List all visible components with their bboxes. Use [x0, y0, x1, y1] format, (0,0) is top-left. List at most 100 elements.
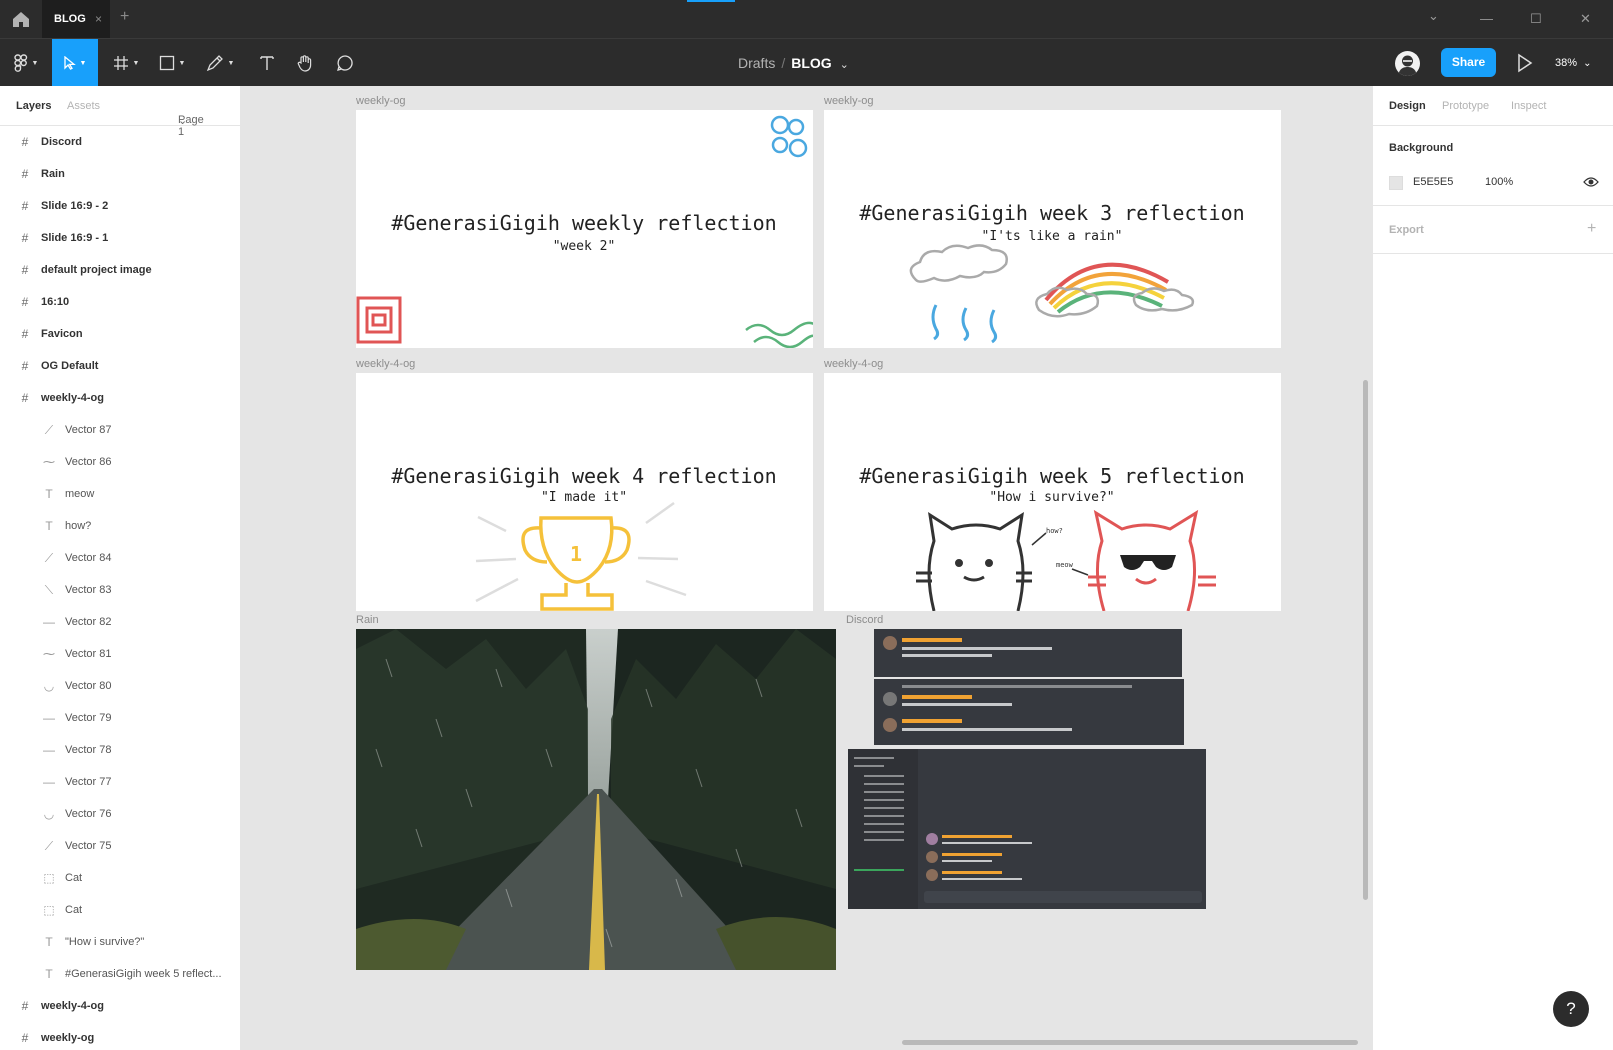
main-menu-button[interactable]: ▼ — [8, 39, 44, 87]
comment-tool-button[interactable] — [330, 39, 360, 87]
move-tool-button[interactable]: ▼ — [52, 39, 98, 87]
layer-label: #GenerasiGigih week 5 reflect... — [65, 968, 222, 980]
layer-row[interactable]: T "How i survive?" — [0, 926, 240, 958]
layer-row[interactable]: — Vector 78 — [0, 734, 240, 766]
layer-row[interactable]: Tmeow — [0, 478, 240, 510]
canvas[interactable]: weekly-og #GenerasiGigih weekly reflecti… — [241, 86, 1372, 1050]
frame-label[interactable]: weekly-og — [356, 95, 406, 107]
share-button[interactable]: Share — [1441, 48, 1496, 77]
maximize-button[interactable]: ☐ — [1530, 11, 1542, 27]
layer-row[interactable]: — Vector 79 — [0, 702, 240, 734]
home-icon[interactable] — [10, 9, 32, 29]
zoom-level: 38% — [1555, 57, 1578, 69]
hand-tool-button[interactable] — [290, 39, 320, 87]
layer-row[interactable]: T #GenerasiGigih week 5 reflect... — [0, 958, 240, 990]
frame-weekly-4-og-week-4[interactable]: 1 #GenerasiGigih week 4 reflection "I ma… — [356, 373, 813, 611]
zoom-dropdown[interactable]: 38% ⌄ — [1555, 39, 1591, 87]
tab-assets[interactable]: Assets — [67, 100, 100, 112]
chevron-down-icon: ▼ — [227, 59, 235, 67]
layer-row[interactable]: ⬚ Cat — [0, 862, 240, 894]
layer-row[interactable]: # Slide 16:9 - 2 — [0, 190, 240, 222]
layer-label: Cat — [65, 872, 83, 884]
layer-row[interactable]: ⟋ Vector 75 — [0, 830, 240, 862]
layer-row[interactable]: ◡ Vector 76 — [0, 798, 240, 830]
figma-logo-icon — [13, 54, 27, 72]
layer-row[interactable]: #16:10 — [0, 286, 240, 318]
layer-label: Discord — [41, 136, 82, 148]
layer-row[interactable]: # Favicon — [0, 318, 240, 350]
frame-label[interactable]: weekly-4-og — [356, 358, 415, 370]
layer-label: Vector 80 — [65, 680, 112, 692]
layer-row[interactable]: # default project image — [0, 254, 240, 286]
frame-discord-screenshots[interactable] — [846, 629, 1208, 909]
frame-icon: # — [21, 1031, 29, 1045]
layer-row[interactable]: — Vector 82 — [0, 606, 240, 638]
layer-row[interactable]: # weekly-4-og — [0, 990, 240, 1022]
avatar[interactable] — [1395, 51, 1420, 76]
frame-weekly-og-week-2[interactable]: #GenerasiGigih weekly reflection "week 2… — [356, 110, 813, 348]
layer-label: Vector 86 — [65, 456, 112, 468]
background-title: Background — [1389, 142, 1454, 154]
layer-row[interactable]: # weekly-og — [0, 1022, 240, 1050]
layer-row[interactable]: ⁓ Vector 86 — [0, 446, 240, 478]
frame-tool-button[interactable]: ▼ — [108, 39, 144, 87]
layer-row[interactable]: — Vector 77 — [0, 766, 240, 798]
file-menu-chevron-icon[interactable]: ⌄ — [840, 59, 849, 71]
layer-row[interactable]: ⁓ Vector 81 — [0, 638, 240, 670]
cat-speech-how: how? — [1046, 527, 1063, 535]
layer-row[interactable]: Thow? — [0, 510, 240, 542]
frame-rain-photo[interactable] — [356, 629, 836, 970]
title-bar: BLOG × + ⌄ — ☐ ✕ — [0, 0, 1613, 38]
chevron-down-icon: ⌄ — [1583, 58, 1592, 69]
pen-tool-button[interactable]: ▼ — [200, 39, 240, 87]
rectangle-icon — [159, 55, 174, 71]
frame-label[interactable]: weekly-4-og — [824, 358, 883, 370]
tab-list-chevron-icon[interactable]: ⌄ — [1428, 8, 1439, 24]
frame-label[interactable]: Discord — [846, 614, 883, 626]
present-play-icon[interactable] — [1516, 53, 1534, 73]
frame-hash-icon — [113, 56, 128, 70]
add-export-button[interactable]: + — [1587, 220, 1596, 238]
layer-row[interactable]: # Discord — [0, 126, 240, 158]
frame-label[interactable]: Rain — [356, 614, 379, 626]
new-tab-button[interactable]: + — [120, 8, 129, 26]
frame-icon: # — [21, 167, 29, 181]
shape-tool-button[interactable]: ▼ — [154, 39, 190, 87]
layer-row[interactable]: ⬚ Cat — [0, 894, 240, 926]
layer-row[interactable]: # Slide 16:9 - 1 — [0, 222, 240, 254]
text-tool-button[interactable] — [252, 39, 282, 87]
tab-layers[interactable]: Layers — [16, 100, 51, 112]
help-button[interactable]: ? — [1553, 991, 1589, 1027]
vertical-scrollbar[interactable] — [1363, 380, 1368, 900]
layer-row[interactable]: ⟍ Vector 83 — [0, 574, 240, 606]
eye-icon[interactable] — [1583, 175, 1599, 189]
tab-close-icon[interactable]: × — [95, 0, 102, 38]
background-color-swatch[interactable] — [1389, 176, 1403, 190]
layer-row[interactable]: # OG Default — [0, 350, 240, 382]
background-section: Background — [1373, 126, 1613, 206]
vector-icon: — — [43, 743, 55, 757]
frame-weekly-4-og-week-5[interactable]: how? meow #GenerasiGigih week 5 reflecti… — [824, 373, 1281, 611]
layer-row[interactable]: ⟋ Vector 87 — [0, 414, 240, 446]
vector-icon: ◡ — [43, 807, 55, 821]
background-opacity-input[interactable]: 100% — [1485, 176, 1513, 188]
horizontal-scrollbar[interactable] — [902, 1040, 1358, 1045]
frame-label[interactable]: weekly-og — [824, 95, 874, 107]
frame-weekly-og-week-3[interactable]: #GenerasiGigih week 3 reflection "I'ts l… — [824, 110, 1281, 348]
layer-row[interactable]: ◡ Vector 80 — [0, 670, 240, 702]
layer-row[interactable]: ⟋ Vector 84 — [0, 542, 240, 574]
tab-inspect[interactable]: Inspect — [1511, 100, 1546, 112]
breadcrumb-file-name[interactable]: BLOG — [791, 55, 831, 71]
minimize-button[interactable]: — — [1480, 11, 1493, 26]
layer-row[interactable]: # weekly-4-og — [0, 382, 240, 414]
file-tab-blog[interactable]: BLOG × — [42, 0, 110, 38]
tab-design[interactable]: Design — [1389, 100, 1426, 112]
background-hex-input[interactable]: E5E5E5 — [1413, 176, 1453, 188]
layer-label: Vector 78 — [65, 744, 112, 756]
breadcrumb-drafts[interactable]: Drafts — [738, 55, 775, 71]
close-window-button[interactable]: ✕ — [1580, 11, 1591, 27]
tab-prototype[interactable]: Prototype — [1442, 100, 1489, 112]
chevron-down-icon: ▼ — [132, 59, 140, 67]
frame-title: #GenerasiGigih week 5 reflection — [859, 464, 1244, 488]
layer-row[interactable]: # Rain — [0, 158, 240, 190]
